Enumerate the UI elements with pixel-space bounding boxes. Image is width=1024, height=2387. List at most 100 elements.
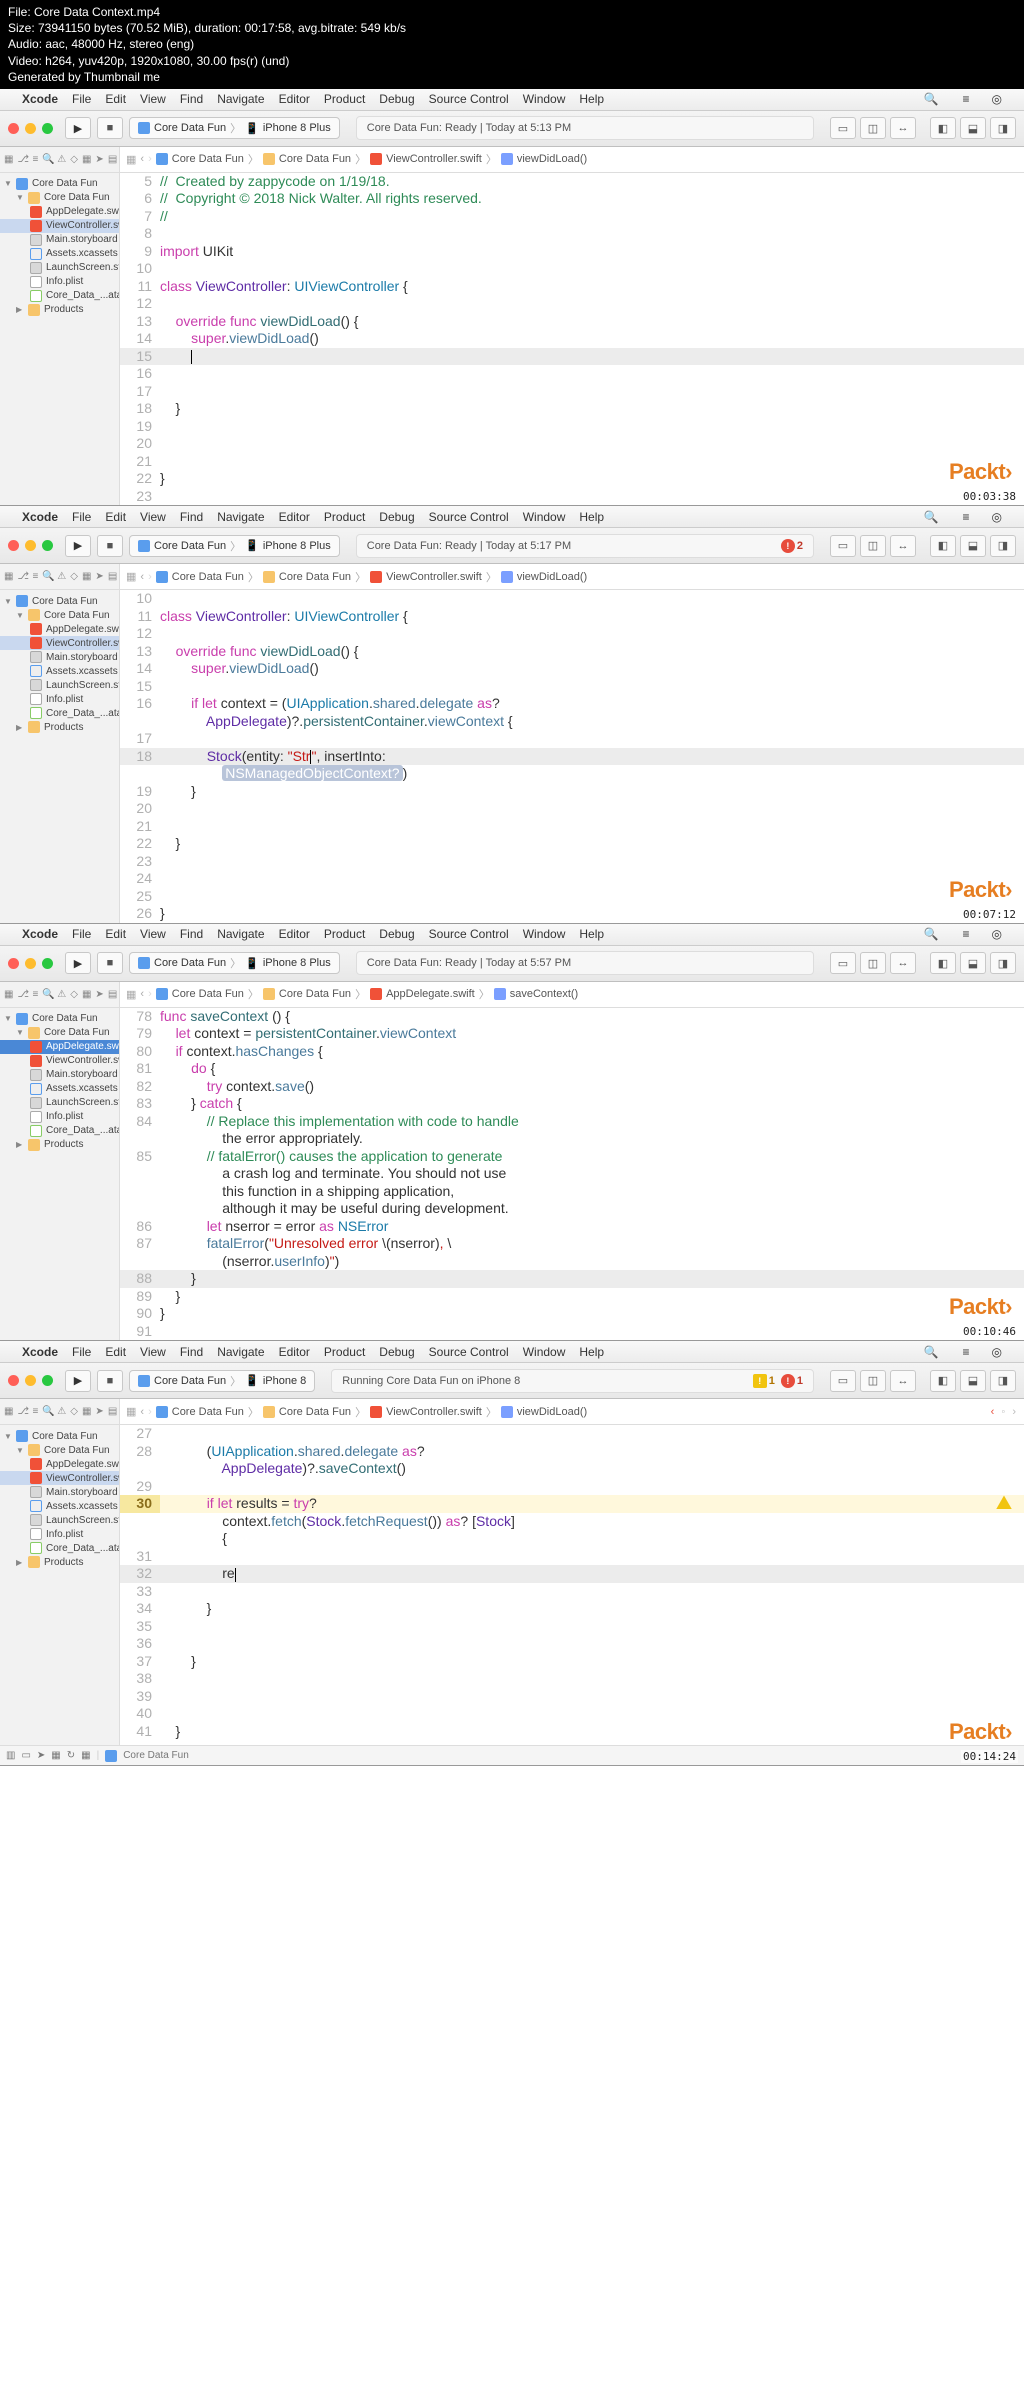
code-line[interactable]: 33: [120, 1583, 1024, 1601]
editor-mode-standard[interactable]: ▭: [830, 952, 856, 974]
code-line[interactable]: 13 override func viewDidLoad() {: [120, 313, 1024, 331]
siri-icon[interactable]: ◎: [992, 92, 1002, 106]
code-line[interactable]: NSManagedObjectContext?): [120, 765, 1024, 783]
breakpoint-icon[interactable]: ➤: [37, 1750, 45, 1761]
symbol-nav-icon[interactable]: ≡: [32, 154, 38, 165]
menu-item[interactable]: Window: [523, 927, 566, 941]
editor-mode-version[interactable]: ↔: [890, 117, 916, 139]
report-nav-icon[interactable]: ▤: [108, 154, 117, 165]
menu-item[interactable]: Find: [180, 927, 203, 941]
code-line[interactable]: 82 try context.save(): [120, 1078, 1024, 1096]
code-line[interactable]: 27: [120, 1425, 1024, 1443]
menu-item[interactable]: Editor: [279, 92, 310, 106]
products-folder[interactable]: ▶Products: [0, 720, 119, 734]
code-line[interactable]: 23: [120, 488, 1024, 506]
code-line[interactable]: 40: [120, 1705, 1024, 1723]
breadcrumb-item[interactable]: saveContext(): [510, 988, 578, 1000]
menu-item[interactable]: Window: [523, 510, 566, 524]
close-window[interactable]: [8, 540, 19, 551]
breadcrumb-item[interactable]: Core Data Fun: [279, 153, 351, 165]
file-item[interactable]: AppDelegate.swift: [0, 1040, 119, 1054]
related-items-icon[interactable]: ▦: [126, 988, 136, 1001]
siri-icon[interactable]: ◎: [992, 510, 1002, 524]
menu-item[interactable]: File: [72, 92, 91, 106]
app-name[interactable]: Xcode: [22, 927, 58, 941]
code-line[interactable]: 12: [120, 295, 1024, 313]
file-item[interactable]: LaunchScreen.storyboard: [0, 678, 119, 692]
report-nav-icon[interactable]: ▤: [108, 571, 117, 582]
code-line[interactable]: 17: [120, 730, 1024, 748]
menu-item[interactable]: Source Control: [429, 510, 509, 524]
code-line[interactable]: 91: [120, 1323, 1024, 1341]
spotlight-icon[interactable]: 🔍: [924, 510, 939, 524]
spotlight-icon[interactable]: 🔍: [924, 927, 939, 941]
debug-nav-icon[interactable]: ▦: [82, 154, 91, 165]
breadcrumb-item[interactable]: viewDidLoad(): [517, 1406, 587, 1418]
code-line[interactable]: 21: [120, 453, 1024, 471]
code-line[interactable]: 14 super.viewDidLoad(): [120, 660, 1024, 678]
folder-item[interactable]: ▼Core Data Fun: [0, 191, 119, 205]
menu-item[interactable]: Help: [579, 92, 604, 106]
app-name[interactable]: Xcode: [22, 92, 58, 106]
code-editor[interactable]: 1011class ViewController: UIViewControll…: [120, 590, 1024, 923]
code-line[interactable]: 13 override func viewDidLoad() {: [120, 643, 1024, 661]
breadcrumb-item[interactable]: Core Data Fun: [172, 1406, 244, 1418]
menu-item[interactable]: Edit: [105, 510, 126, 524]
code-line[interactable]: 12: [120, 625, 1024, 643]
menu-item[interactable]: Source Control: [429, 927, 509, 941]
menu-item[interactable]: Debug: [379, 92, 414, 106]
code-line[interactable]: 30 if let results = try?: [120, 1495, 1024, 1513]
spotlight-icon[interactable]: 🔍: [924, 92, 939, 106]
file-item[interactable]: LaunchScreen.storyboard: [0, 1096, 119, 1110]
forward-button[interactable]: ›: [148, 153, 152, 165]
code-line[interactable]: 10: [120, 590, 1024, 608]
editor-mode-assistant[interactable]: ◫: [860, 117, 886, 139]
stop-button[interactable]: ■: [97, 117, 123, 139]
file-item[interactable]: ViewController.swiftM: [0, 219, 119, 233]
source-control-nav-icon[interactable]: ⎇: [17, 154, 28, 165]
debug-nav-icon[interactable]: ▦: [82, 1406, 91, 1417]
code-line[interactable]: this function in a shipping application,: [120, 1183, 1024, 1201]
find-nav-icon[interactable]: 🔍: [42, 989, 53, 1000]
menu-item[interactable]: File: [72, 510, 91, 524]
code-line[interactable]: AppDelegate)?.saveContext(): [120, 1460, 1024, 1478]
code-line[interactable]: the error appropriately.: [120, 1130, 1024, 1148]
menu-item[interactable]: View: [140, 92, 166, 106]
breadcrumb-item[interactable]: viewDidLoad(): [517, 153, 587, 165]
menu-item[interactable]: Navigate: [217, 510, 264, 524]
code-line[interactable]: although it may be useful during develop…: [120, 1200, 1024, 1218]
code-line[interactable]: 7//: [120, 208, 1024, 226]
code-line[interactable]: 38: [120, 1670, 1024, 1688]
file-item[interactable]: Assets.xcassets: [0, 1082, 119, 1096]
back-button[interactable]: ‹: [140, 571, 144, 583]
file-item[interactable]: Assets.xcassets: [0, 664, 119, 678]
file-item[interactable]: AppDelegate.swift: [0, 205, 119, 219]
file-item[interactable]: ViewController.swiftM: [0, 1471, 119, 1485]
toggle-inspector[interactable]: ◨: [990, 535, 1016, 557]
report-nav-icon[interactable]: ▤: [108, 989, 117, 1000]
code-line[interactable]: 21: [120, 818, 1024, 836]
toggle-debug[interactable]: ⬓: [960, 535, 986, 557]
console-icon[interactable]: ▭: [21, 1750, 30, 1761]
toggle-navigator[interactable]: ◧: [930, 535, 956, 557]
editor-mode-standard[interactable]: ▭: [830, 117, 856, 139]
menu-item[interactable]: Edit: [105, 927, 126, 941]
code-line[interactable]: 5// Created by zappycode on 1/19/18.: [120, 173, 1024, 191]
editor-mode-standard[interactable]: ▭: [830, 1370, 856, 1392]
run-button[interactable]: ▶: [65, 952, 91, 974]
code-line[interactable]: 39: [120, 1688, 1024, 1706]
project-root[interactable]: ▼Core Data Fun: [0, 1429, 119, 1443]
code-line[interactable]: 22}: [120, 470, 1024, 488]
menu-item[interactable]: Window: [523, 92, 566, 106]
scheme-selector[interactable]: Core Data Fun〉📱iPhone 8 Plus: [129, 535, 340, 557]
siri-icon[interactable]: ◎: [992, 1345, 1002, 1359]
debug-toggle-icon[interactable]: ▥: [6, 1750, 15, 1761]
folder-item[interactable]: ▼Core Data Fun: [0, 1443, 119, 1457]
project-nav-icon[interactable]: ▦: [4, 154, 13, 165]
code-line[interactable]: 80 if context.hasChanges {: [120, 1043, 1024, 1061]
back-button[interactable]: ‹: [140, 988, 144, 1000]
code-line[interactable]: 86 let nserror = error as NSError: [120, 1218, 1024, 1236]
report-nav-icon[interactable]: ▤: [108, 1406, 117, 1417]
issue-nav-icon[interactable]: ⚠: [57, 1406, 66, 1417]
run-button[interactable]: ▶: [65, 117, 91, 139]
